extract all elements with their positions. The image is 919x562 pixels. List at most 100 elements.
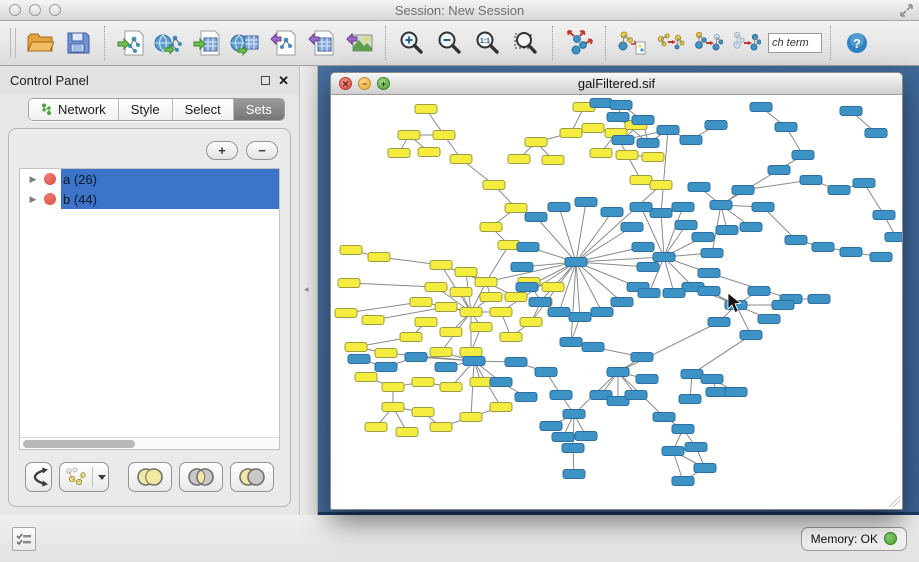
graph-node[interactable] [812,243,834,252]
graph-node[interactable] [355,373,377,382]
network-window-titlebar[interactable]: ✕ − + galFiltered.sif [331,73,902,95]
dropdown-caret-icon[interactable] [98,475,106,480]
graph-node[interactable] [575,432,597,441]
network-view-window[interactable]: ✕ − + galFiltered.sif [330,72,903,510]
graph-node[interactable] [520,318,542,327]
graph-node[interactable] [335,309,357,318]
graph-node[interactable] [800,176,822,185]
import-network-file-button[interactable] [113,24,149,62]
graph-node[interactable] [716,226,738,235]
graph-node[interactable] [569,313,591,322]
graph-node[interactable] [694,464,716,473]
help-button[interactable]: ? [839,24,875,62]
graph-node[interactable] [768,166,790,175]
graph-node[interactable] [631,353,653,362]
graph-node[interactable] [516,283,538,292]
graph-node[interactable] [345,343,367,352]
graph-node[interactable] [430,348,452,357]
open-session-button[interactable] [22,24,58,62]
graph-node[interactable] [480,223,502,232]
graph-node[interactable] [470,323,492,332]
graph-node[interactable] [792,151,814,160]
import-table-url-button[interactable] [227,24,263,62]
graph-node[interactable] [607,113,629,122]
graph-node[interactable] [365,423,387,432]
graph-node[interactable] [853,179,875,188]
add-set-button[interactable]: + [206,141,238,160]
fullscreen-icon[interactable] [900,4,913,20]
set-row-a[interactable]: ▶ a (26) [20,169,279,189]
split-set-button[interactable] [25,462,52,492]
graph-node[interactable] [611,298,633,307]
graph-node[interactable] [525,213,547,222]
graph-node[interactable] [490,308,512,317]
filter-select-button[interactable] [728,24,764,62]
graph-node[interactable] [748,287,770,296]
apply-style-button[interactable] [690,24,726,62]
graph-node[interactable] [425,283,447,292]
graph-node[interactable] [740,223,762,232]
apply-layout-button[interactable] [561,24,597,62]
graph-node[interactable] [563,410,585,419]
graph-node[interactable] [698,287,720,296]
graph-node[interactable] [725,388,747,397]
search-input[interactable] [768,33,822,53]
merge-networks-button[interactable] [652,24,688,62]
graph-node[interactable] [529,298,551,307]
graph-node[interactable] [338,279,360,288]
horizontal-scrollbar[interactable] [20,437,279,449]
graph-node[interactable] [632,243,654,252]
graph-node[interactable] [750,103,772,112]
graph-node[interactable] [388,149,410,158]
graph-node[interactable] [637,263,659,272]
graph-node[interactable] [542,283,564,292]
disclosure-triangle-icon[interactable]: ▶ [26,174,40,185]
graph-node[interactable] [732,186,754,195]
tab-network[interactable]: Network [29,99,119,120]
zoom-fit-button[interactable]: 1:1 [470,24,506,62]
graph-node[interactable] [590,99,612,108]
graph-node[interactable] [636,375,658,384]
graph-node[interactable] [701,375,723,384]
graph-node[interactable] [375,349,397,358]
graph-node[interactable] [680,136,702,145]
zoom-in-button[interactable] [394,24,430,62]
graph-node[interactable] [642,153,664,162]
create-set-from-network-button[interactable] [59,462,109,492]
graph-node[interactable] [705,121,727,130]
graph-node[interactable] [340,246,362,255]
graph-node[interactable] [663,289,685,298]
graph-node[interactable] [785,236,807,245]
graph-node[interactable] [775,123,797,132]
graph-node[interactable] [548,203,570,212]
window-resize-grip[interactable] [888,495,900,507]
graph-node[interactable] [368,253,390,262]
graph-node[interactable] [430,423,452,432]
graph-node[interactable] [463,357,485,366]
graph-node[interactable] [657,126,679,135]
graph-node[interactable] [638,289,660,298]
graph-node[interactable] [701,249,723,258]
graph-node[interactable] [625,391,647,400]
graph-node[interactable] [616,151,638,160]
zoom-selected-button[interactable] [508,24,544,62]
graph-node[interactable] [740,331,762,340]
graph-node[interactable] [672,425,694,434]
tab-select[interactable]: Select [173,99,234,120]
collapse-panel-icon[interactable]: ◂ [304,284,309,295]
export-table-button[interactable] [303,24,339,62]
graph-node[interactable] [685,443,707,452]
scrollbar-thumb[interactable] [23,440,135,448]
graph-node[interactable] [560,129,582,138]
graph-node[interactable] [435,363,457,372]
graph-node[interactable] [752,203,774,212]
close-panel-icon[interactable]: ✕ [278,76,289,85]
graph-node[interactable] [650,209,672,218]
graph-node[interactable] [653,413,675,422]
graph-node[interactable] [630,203,652,212]
save-session-button[interactable] [60,24,96,62]
zoom-out-button[interactable] [432,24,468,62]
graph-node[interactable] [450,155,472,164]
graph-node[interactable] [460,348,482,357]
union-sets-button[interactable] [128,462,172,492]
